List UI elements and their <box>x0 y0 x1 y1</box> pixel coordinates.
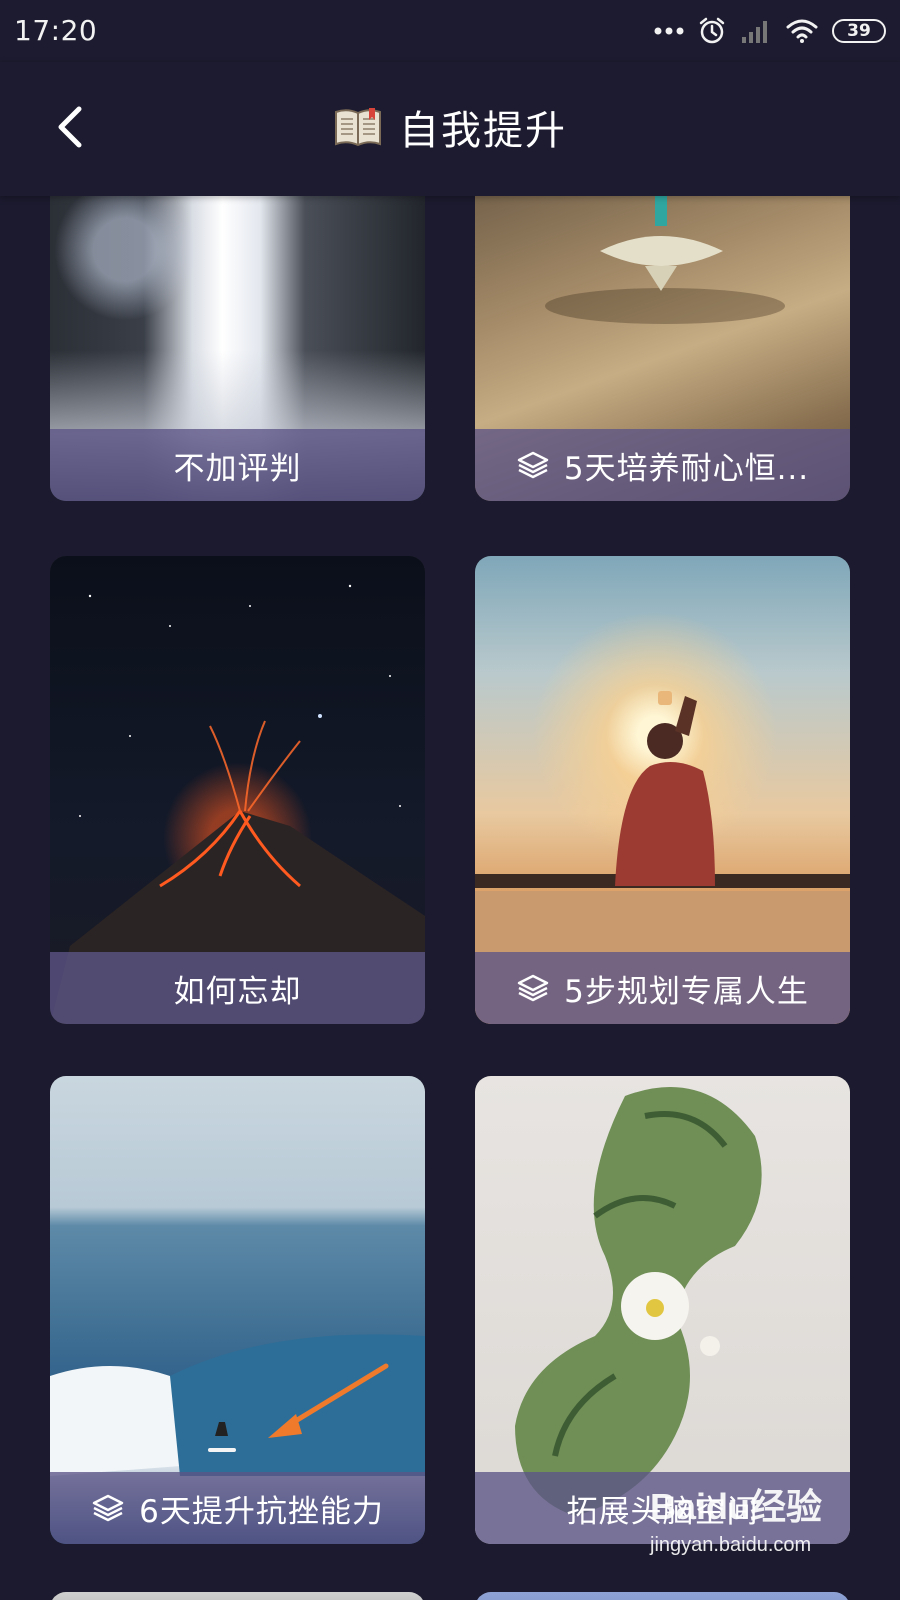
card-title: 不加评判 <box>173 450 302 487</box>
card-label-bar: 5步规划专属人生 <box>475 952 850 1024</box>
card-label-bar: 不加评判 <box>50 429 425 501</box>
card-label-bar: 5天培养耐心恒... <box>475 429 850 501</box>
course-card[interactable]: 6天提升抗挫能力 <box>50 1076 425 1544</box>
course-card[interactable]: 拓展头脑空间 <box>475 1076 850 1544</box>
watermark-url: jingyan.baidu.com <box>650 1534 812 1556</box>
card-title: 5步规划专属人生 <box>564 973 809 1010</box>
battery-level: 39 <box>847 21 871 41</box>
course-card[interactable]: 不加评判 <box>50 196 425 501</box>
baidu-jingyan-watermark: Baidu经验 jingyan.baidu.com <box>650 1478 830 1574</box>
card-title: 如何忘却 <box>173 973 302 1010</box>
card-label-bar: 如何忘却 <box>50 952 425 1024</box>
wifi-icon <box>786 19 818 43</box>
app-header: 自我提升 <box>0 62 900 196</box>
course-card[interactable]: 如何忘却 <box>50 556 425 1024</box>
course-card[interactable]: 5步规划专属人生 <box>475 556 850 1024</box>
status-time: 17:20 <box>14 14 98 47</box>
card-image-partial <box>50 1592 425 1600</box>
course-card-partial[interactable] <box>475 1592 850 1600</box>
card-image-partial <box>475 1592 850 1600</box>
course-card[interactable]: 5天培养耐心恒... <box>475 196 850 501</box>
page-title: 自我提升 <box>399 108 567 154</box>
status-icons: 39 <box>654 14 886 48</box>
content-grid: 不加评判 5天培养耐心恒... 如何忘却 5步规划专属人生 6天提升抗挫能力 拓… <box>0 196 900 1600</box>
alarm-icon <box>699 17 725 44</box>
watermark-logo: Baidu经验 <box>650 1486 823 1527</box>
layers-icon <box>92 1494 124 1522</box>
open-book-icon <box>335 108 381 147</box>
layers-icon <box>517 451 549 479</box>
status-bar: 17:20 39 <box>0 0 900 62</box>
course-card-partial[interactable] <box>50 1592 425 1600</box>
more-dots-icon <box>654 27 684 35</box>
card-title: 5天培养耐心恒... <box>563 450 810 487</box>
battery-indicator: 39 <box>832 19 886 43</box>
title-wrap: 自我提升 <box>0 98 900 156</box>
screen: 17:20 39 自我提升 不加评判 5天培养耐心恒... 如何忘却 5步规划专… <box>0 0 900 1600</box>
signal-icon <box>742 21 767 43</box>
card-label-bar: 6天提升抗挫能力 <box>50 1472 425 1544</box>
layers-icon <box>517 974 549 1002</box>
card-title: 6天提升抗挫能力 <box>139 1493 384 1530</box>
